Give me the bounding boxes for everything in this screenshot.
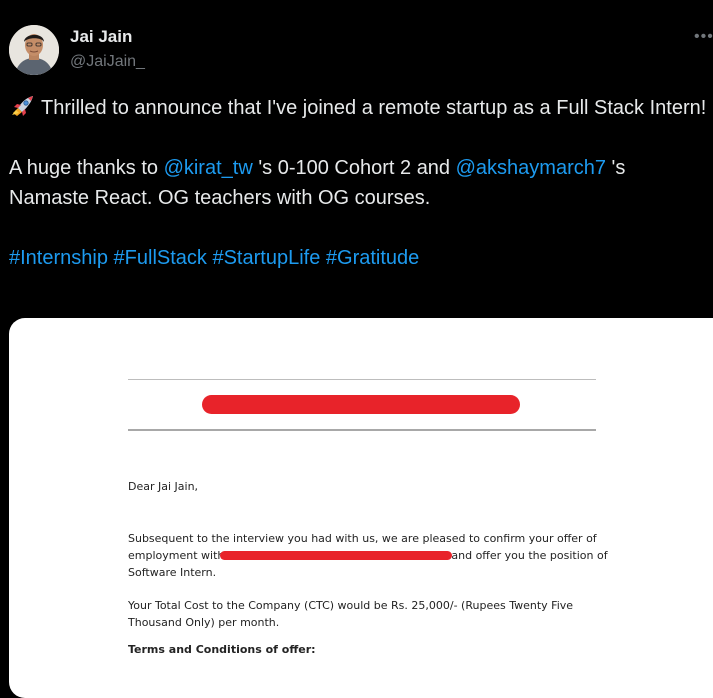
hashtag-link[interactable]: #FullStack bbox=[114, 247, 207, 269]
tweet-media-image[interactable]: Dear Jai Jain, Subsequent to the intervi… bbox=[9, 318, 713, 698]
author-name[interactable]: Jai Jain bbox=[70, 27, 132, 47]
letter-greeting: Dear Jai Jain, bbox=[128, 480, 199, 493]
tweet-paragraph-1: Thrilled to announce that I've joined a … bbox=[9, 93, 709, 123]
avatar[interactable] bbox=[9, 25, 59, 75]
tweet-line-2-prefix: A huge thanks to bbox=[9, 157, 164, 179]
tweet-text: Thrilled to announce that I've joined a … bbox=[9, 93, 709, 273]
tweet-paragraph-2: A huge thanks to @kirat_tw 's 0-100 Coho… bbox=[9, 153, 709, 213]
hashtag-link[interactable]: #Internship bbox=[9, 247, 108, 269]
redaction-mark-company bbox=[220, 551, 453, 560]
hashtag-link[interactable]: #Gratitude bbox=[326, 247, 419, 269]
letter-paragraph-2: Your Total Cost to the Company (CTC) wou… bbox=[128, 599, 574, 629]
letterhead-divider-top bbox=[128, 379, 596, 380]
mention-link-kirat[interactable]: @kirat_tw bbox=[164, 157, 253, 179]
mention-link-akshay[interactable]: @akshaymarch7 bbox=[456, 157, 606, 179]
hashtag-link[interactable]: #StartupLife bbox=[212, 247, 320, 269]
avatar-image bbox=[9, 25, 59, 75]
author-handle[interactable]: @JaiJain_ bbox=[70, 53, 145, 71]
tweet-line-1: Thrilled to announce that I've joined a … bbox=[41, 97, 707, 119]
rocket-icon bbox=[12, 96, 33, 116]
tweet-hashtags: #Internship #FullStack #StartupLife #Gra… bbox=[9, 243, 709, 273]
letter-paragraph-1: Subsequent to the interview you had with… bbox=[128, 530, 608, 581]
letter-terms-heading: Terms and Conditions of offer: bbox=[128, 643, 316, 656]
letterhead-divider-bottom bbox=[128, 429, 596, 431]
more-options-icon[interactable]: ••• bbox=[694, 28, 713, 46]
tweet-line-2-mid: 's 0-100 Cohort 2 and bbox=[252, 157, 456, 179]
redaction-mark-header bbox=[202, 395, 520, 414]
offer-letter-document: Dear Jai Jain, Subsequent to the intervi… bbox=[9, 318, 713, 698]
